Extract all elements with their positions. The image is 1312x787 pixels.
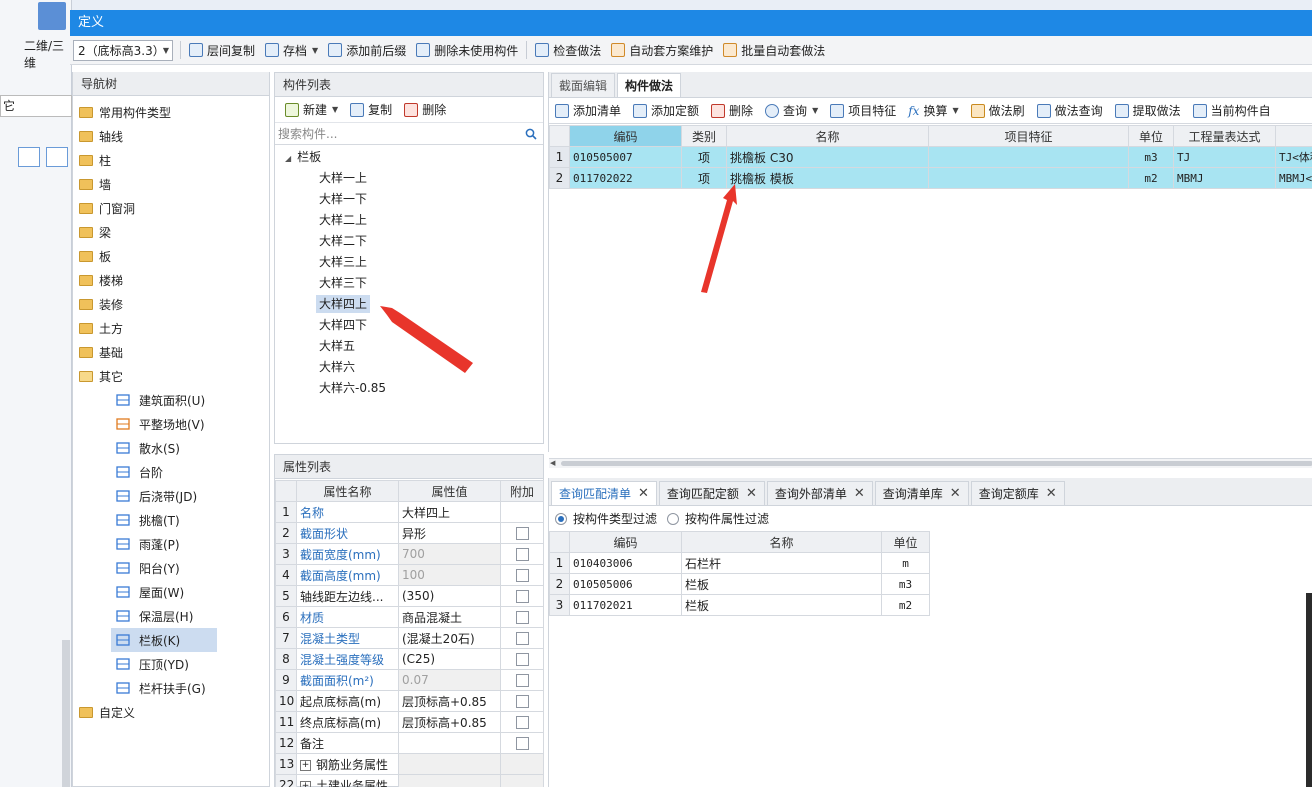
annotation-arrows: [380, 184, 737, 373]
arrow-to-selected-component: [380, 306, 473, 373]
arrow-to-method-row: [701, 184, 737, 293]
